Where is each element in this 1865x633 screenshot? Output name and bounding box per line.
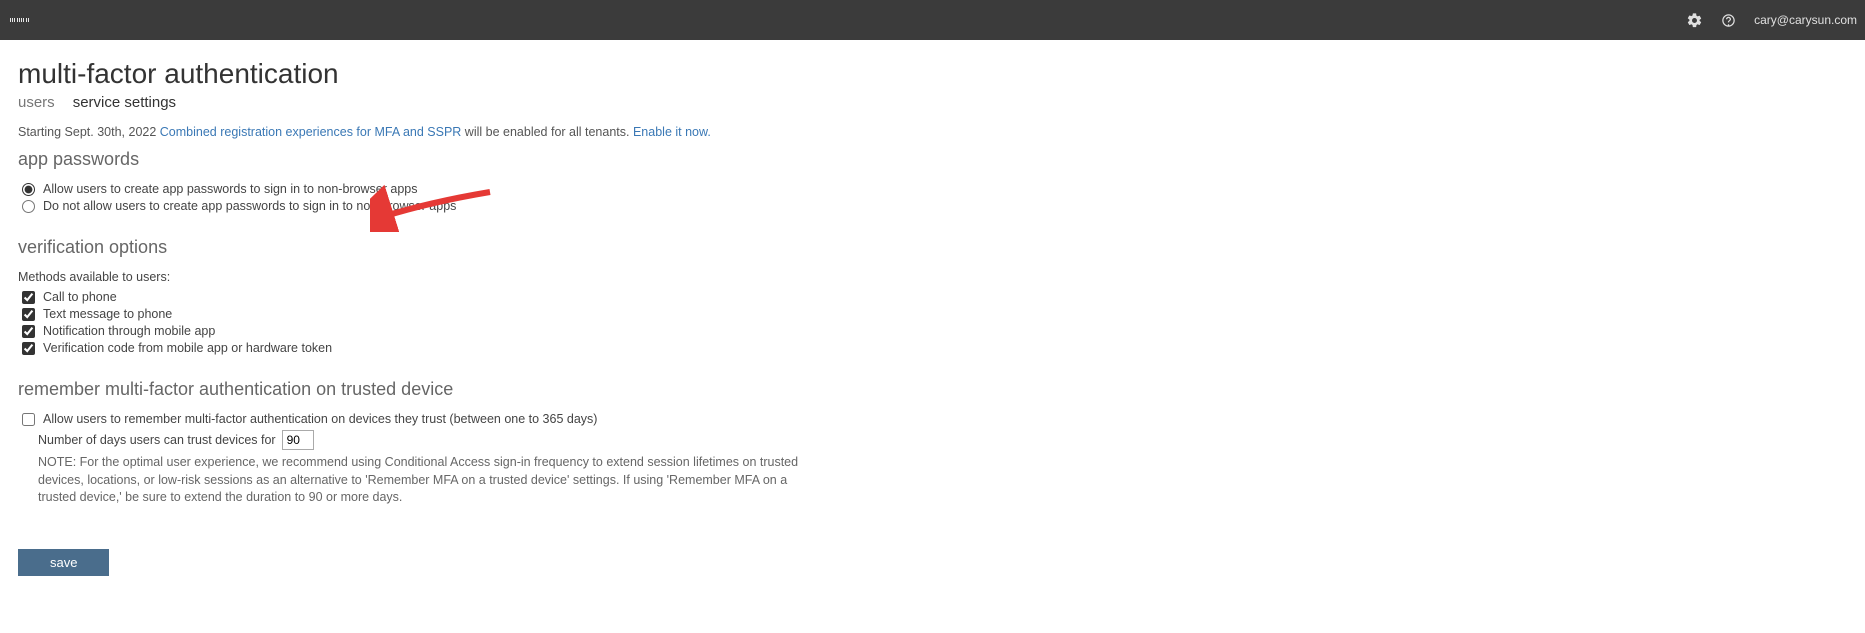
radio-deny-app-passwords[interactable]: Do not allow users to create app passwor… <box>22 199 1182 213</box>
days-label: Number of days users can trust devices f… <box>38 433 276 447</box>
check-call-phone[interactable]: Call to phone <box>22 290 1182 304</box>
check-text-phone[interactable]: Text message to phone <box>22 307 1182 321</box>
check-code[interactable]: Verification code from mobile app or har… <box>22 341 1182 355</box>
check-notification[interactable]: Notification through mobile app <box>22 324 1182 338</box>
check-text-input[interactable] <box>22 308 35 321</box>
heading-app-passwords: app passwords <box>18 149 1182 170</box>
check-notification-input[interactable] <box>22 325 35 338</box>
section-remember-mfa: remember multi-factor authentication on … <box>18 379 1182 507</box>
radio-deny-label: Do not allow users to create app passwor… <box>43 199 456 213</box>
tab-service-settings[interactable]: service settings <box>73 94 176 111</box>
radio-allow-app-passwords[interactable]: Allow users to create app passwords to s… <box>22 182 1182 196</box>
banner-mid: will be enabled for all tenants. <box>461 125 633 139</box>
banner-message: Starting Sept. 30th, 2022 Combined regis… <box>18 125 1182 139</box>
check-code-label: Verification code from mobile app or har… <box>43 341 332 355</box>
radio-allow-input[interactable] <box>22 183 35 196</box>
page-title: multi-factor authentication <box>18 58 1182 90</box>
heading-verification: verification options <box>18 237 1182 258</box>
remember-note: NOTE: For the optimal user experience, w… <box>38 454 828 507</box>
banner-link-combined[interactable]: Combined registration experiences for MF… <box>160 125 462 139</box>
app-launcher-icon[interactable] <box>10 11 28 29</box>
section-verification-options: verification options Methods available t… <box>18 237 1182 355</box>
radio-allow-label: Allow users to create app passwords to s… <box>43 182 418 196</box>
gear-icon[interactable] <box>1686 12 1703 29</box>
main-content: multi-factor authentication users servic… <box>0 40 1200 606</box>
radio-deny-input[interactable] <box>22 200 35 213</box>
section-app-passwords: app passwords Allow users to create app … <box>18 149 1182 213</box>
tab-bar: users service settings <box>18 94 1182 111</box>
check-remember-label: Allow users to remember multi-factor aut… <box>43 412 597 426</box>
tab-users[interactable]: users <box>18 94 55 111</box>
check-text-label: Text message to phone <box>43 307 172 321</box>
top-bar: cary@carysun.com <box>0 0 1865 40</box>
heading-remember: remember multi-factor authentication on … <box>18 379 1182 400</box>
user-email[interactable]: cary@carysun.com <box>1754 13 1857 27</box>
check-code-input[interactable] <box>22 342 35 355</box>
save-button[interactable]: save <box>18 549 109 576</box>
check-remember-mfa[interactable]: Allow users to remember multi-factor aut… <box>22 412 1182 426</box>
check-remember-input[interactable] <box>22 413 35 426</box>
verification-sublabel: Methods available to users: <box>18 270 1182 284</box>
banner-link-enable[interactable]: Enable it now. <box>633 125 711 139</box>
check-notification-label: Notification through mobile app <box>43 324 215 338</box>
check-call-input[interactable] <box>22 291 35 304</box>
help-icon[interactable] <box>1721 13 1736 28</box>
banner-prefix: Starting Sept. 30th, 2022 <box>18 125 160 139</box>
days-input[interactable] <box>282 430 314 450</box>
check-call-label: Call to phone <box>43 290 117 304</box>
